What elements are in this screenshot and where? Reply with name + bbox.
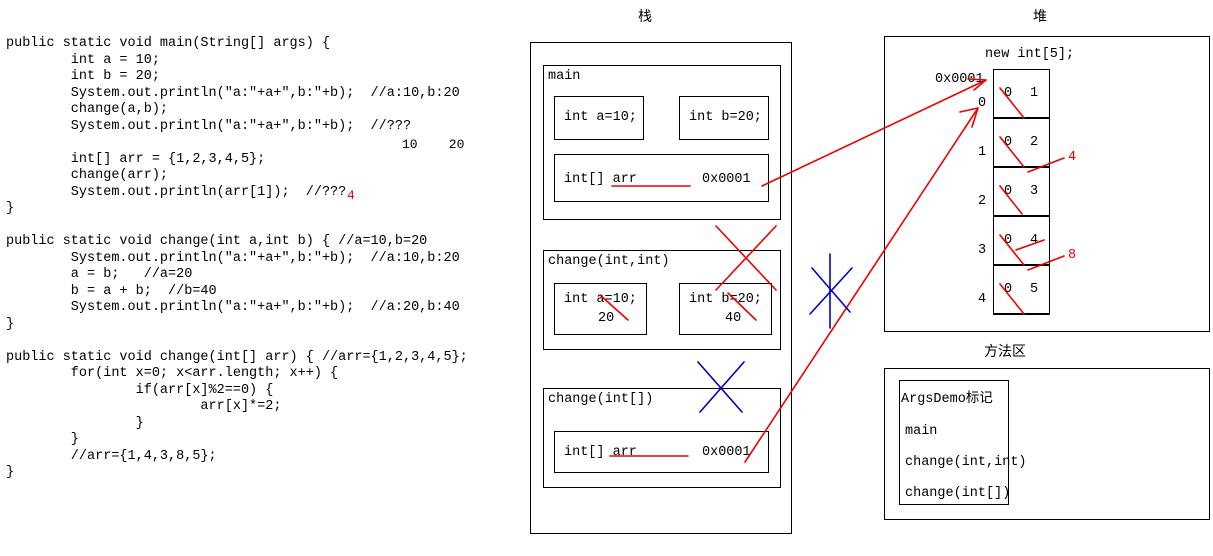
method-area-method: change(int,int) <box>905 455 1027 470</box>
stack-var-new-value: 20 <box>598 311 615 326</box>
annotation-arr-result: 4 <box>347 188 355 203</box>
code-line: if(arr[x]%2==0) { <box>6 382 274 398</box>
heap-cell-value: 4 <box>1030 233 1039 248</box>
code-line: } <box>6 201 15 216</box>
code-line: } <box>6 432 79 447</box>
stack-frame-name: change(int,int) <box>548 254 670 269</box>
diagram-canvas: public static void main(String[] args) {… <box>0 0 1213 556</box>
stack-var-label: int b=20; <box>689 110 762 125</box>
code-line: System.out.println("a:"+a+",b:"+b); //a:… <box>6 85 460 101</box>
stack-var-new-value: 40 <box>725 311 742 326</box>
heap-array-cell: 0 4 <box>993 216 1050 265</box>
code-line: public static void change(int[] arr) { /… <box>6 349 468 365</box>
heap-cell-initial-value: 0 <box>1004 282 1013 297</box>
heap-cell-initial-value: 0 <box>1004 86 1013 101</box>
stack-var-address: 0x0001 <box>702 445 751 460</box>
code-line: System.out.println("a:"+a+",b:"+b); //??… <box>6 118 412 134</box>
heap-cell-index: 2 <box>978 194 987 209</box>
code-line: int a = 10; <box>6 52 160 68</box>
code-line: int b = 20; <box>6 69 160 84</box>
code-line: } <box>6 415 144 431</box>
stack-frame-name: change(int[]) <box>548 392 654 407</box>
method-area-title: 方法区 <box>984 344 1026 360</box>
heap-allocation-label: new int[5]; <box>985 47 1075 62</box>
code-line: a = b; //a=20 <box>6 267 193 282</box>
java-source-code: public static void main(String[] args) {… <box>6 36 506 482</box>
heap-cell-index: 0 <box>978 96 987 111</box>
code-line: for(int x=0; x<arr.length; x++) { <box>6 366 339 381</box>
code-line: public static void main(String[] args) { <box>6 36 331 51</box>
code-line: b = a + b; //b=40 <box>6 283 217 299</box>
heap-cell-index: 1 <box>978 145 987 160</box>
code-line: public static void change(int a,int b) {… <box>6 234 428 249</box>
code-line: change(a,b); <box>6 102 169 117</box>
code-line: } <box>6 316 15 332</box>
heap-cell-value: 3 <box>1030 184 1039 199</box>
stack-var-label: int b=20; <box>689 292 762 307</box>
heap-cell-index: 4 <box>978 292 987 307</box>
code-line: change(arr); <box>6 168 169 183</box>
stack-var-address: 0x0001 <box>702 172 751 187</box>
stack-var-label: int[] arr <box>564 172 637 187</box>
heap-cell-value: 1 <box>1030 86 1039 101</box>
stack-frame-change-int-array: change(int[]) int[] arr 0x0001 <box>543 388 781 488</box>
code-line: System.out.println(arr[1]); //??? <box>6 184 347 200</box>
heap-cell-value: 2 <box>1030 135 1039 150</box>
heap-address-label: 0x0001 <box>935 72 984 87</box>
heap-array: 0 1 0 2 0 3 0 4 0 5 <box>993 69 1050 315</box>
heap-title: 堆 <box>1033 9 1047 25</box>
heap-cell-initial-value: 0 <box>1004 135 1013 150</box>
heap-cell-updated-value: 8 <box>1068 248 1077 263</box>
stack-frame-main: main int a=10; int b=20; int[] arr 0x000… <box>543 65 781 220</box>
method-area-class-name: ArgsDemo标记 <box>901 392 993 407</box>
code-line: System.out.println("a:"+a+",b:"+b); //a:… <box>6 300 460 315</box>
stack-var-arr: int[] arr 0x0001 <box>554 431 769 473</box>
stack-title: 栈 <box>638 9 652 25</box>
code-line: System.out.println("a:"+a+",b:"+b); //a:… <box>6 250 460 266</box>
stack-var-label: int a=10; <box>564 292 637 307</box>
code-line: } <box>6 465 15 480</box>
stack-var-arr: int[] arr 0x0001 <box>554 154 769 202</box>
annotation-main-ab-result: 10 20 <box>402 137 465 152</box>
heap-array-cell: 0 1 <box>993 69 1050 118</box>
stack-frame-change-int-int: change(int,int) int a=10; 20 int b=20; 4… <box>543 250 781 350</box>
heap-array-cell: 0 5 <box>993 265 1050 315</box>
stack-var-a: int a=10; 20 <box>554 283 647 335</box>
stack-var-b: int b=20; <box>679 96 769 140</box>
code-line: arr[x]*=2; <box>6 399 282 414</box>
code-line: //arr={1,4,3,8,5}; <box>6 448 217 464</box>
stack-var-label: int[] arr <box>564 445 637 460</box>
stack-var-a: int a=10; <box>554 96 644 140</box>
method-area-region: ArgsDemo标记 main change(int,int) change(i… <box>884 368 1210 520</box>
method-area-method: main <box>905 424 938 439</box>
heap-cell-initial-value: 0 <box>1004 184 1013 199</box>
stack-frame-name: main <box>548 69 581 84</box>
heap-cell-index: 3 <box>978 243 987 258</box>
stack-var-label: int a=10; <box>564 110 637 125</box>
code-line: int[] arr = {1,2,3,4,5}; <box>6 151 266 167</box>
method-area-method: change(int[]) <box>905 486 1011 501</box>
stack-var-b: int b=20; 40 <box>679 283 772 335</box>
heap-cell-value: 5 <box>1030 282 1039 297</box>
heap-array-cell: 0 3 <box>993 167 1050 216</box>
heap-cell-initial-value: 0 <box>1004 233 1013 248</box>
heap-cell-updated-value: 4 <box>1068 150 1077 165</box>
heap-array-cell: 0 2 <box>993 118 1050 167</box>
